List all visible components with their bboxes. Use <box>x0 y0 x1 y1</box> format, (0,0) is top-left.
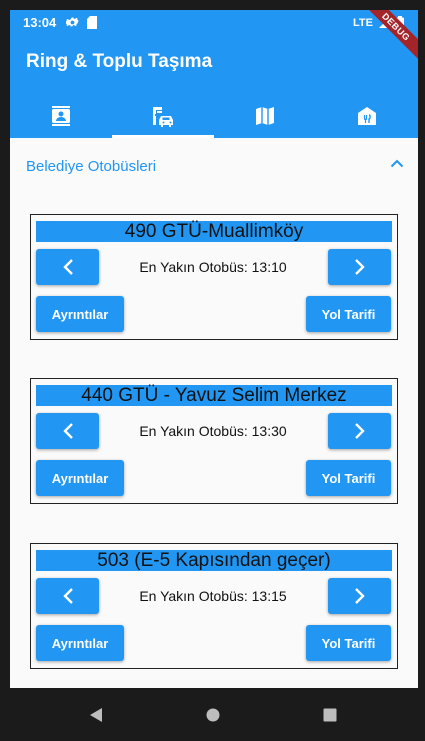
section-header[interactable]: Belediye Otobüsleri <box>10 138 418 194</box>
bus-card: 503 (E-5 Kapısından geçer) En Yakın Otob… <box>30 543 398 669</box>
navigation-bar <box>0 688 425 741</box>
directions-button[interactable]: Yol Tarifi <box>306 460 391 496</box>
transit-icon <box>153 106 173 127</box>
chevron-up-icon[interactable] <box>390 158 404 168</box>
bus-line-name: 503 (E-5 Kapısından geçer) <box>36 550 392 571</box>
previous-button[interactable] <box>36 413 99 449</box>
details-button[interactable]: Ayrıntılar <box>36 460 124 496</box>
home-icon[interactable] <box>202 704 224 726</box>
app-screen: 13:04 LTE DEBUG Ring & Toplu Taşıma Bele… <box>10 10 418 688</box>
next-button[interactable] <box>328 249 391 285</box>
directions-button[interactable]: Yol Tarifi <box>306 625 391 661</box>
status-bar: 13:04 LTE <box>10 10 418 35</box>
recents-icon[interactable] <box>319 704 341 726</box>
previous-button[interactable] <box>36 249 99 285</box>
chevron-left-icon <box>62 259 73 275</box>
sd-card-icon <box>87 16 98 29</box>
bus-card: 440 GTÜ - Yavuz Selim Merkez En Yakın Ot… <box>30 378 398 504</box>
details-button[interactable]: Ayrıntılar <box>36 625 124 661</box>
chevron-right-icon <box>354 588 365 604</box>
device-frame: 13:04 LTE DEBUG Ring & Toplu Taşıma Bele… <box>0 0 425 741</box>
bus-line-name: 490 GTÜ-Muallimköy <box>36 221 392 242</box>
details-button[interactable]: Ayrıntılar <box>36 296 124 332</box>
chevron-right-icon <box>354 259 365 275</box>
restaurant-icon <box>358 106 376 125</box>
next-bus-time: En Yakın Otobüs: 13:30 <box>139 423 287 439</box>
tab-food[interactable] <box>316 93 418 138</box>
next-button[interactable] <box>328 578 391 614</box>
contact-card-icon <box>52 105 70 126</box>
next-bus-time: En Yakın Otobüs: 13:10 <box>139 259 287 275</box>
tab-bar <box>10 93 418 138</box>
chevron-left-icon <box>62 423 73 439</box>
gear-icon <box>66 16 79 29</box>
chevron-left-icon <box>62 588 73 604</box>
network-label: LTE <box>353 16 373 29</box>
tab-map[interactable] <box>214 93 316 138</box>
app-bar: Ring & Toplu Taşıma <box>10 35 418 138</box>
chevron-right-icon <box>354 423 365 439</box>
bus-card: 490 GTÜ-Muallimköy En Yakın Otobüs: 13:1… <box>30 214 398 340</box>
section-title: Belediye Otobüsleri <box>26 157 157 175</box>
directions-button[interactable]: Yol Tarifi <box>306 296 391 332</box>
bus-line-name: 440 GTÜ - Yavuz Selim Merkez <box>36 385 392 406</box>
app-title: Ring & Toplu Taşıma <box>26 51 213 72</box>
back-icon[interactable] <box>85 704 107 726</box>
previous-button[interactable] <box>36 578 99 614</box>
next-bus-time: En Yakın Otobüs: 13:15 <box>139 588 287 604</box>
status-time: 13:04 <box>23 15 57 30</box>
tab-transit[interactable] <box>112 93 214 138</box>
map-icon <box>256 106 274 125</box>
next-button[interactable] <box>328 413 391 449</box>
tab-contacts[interactable] <box>10 93 112 138</box>
